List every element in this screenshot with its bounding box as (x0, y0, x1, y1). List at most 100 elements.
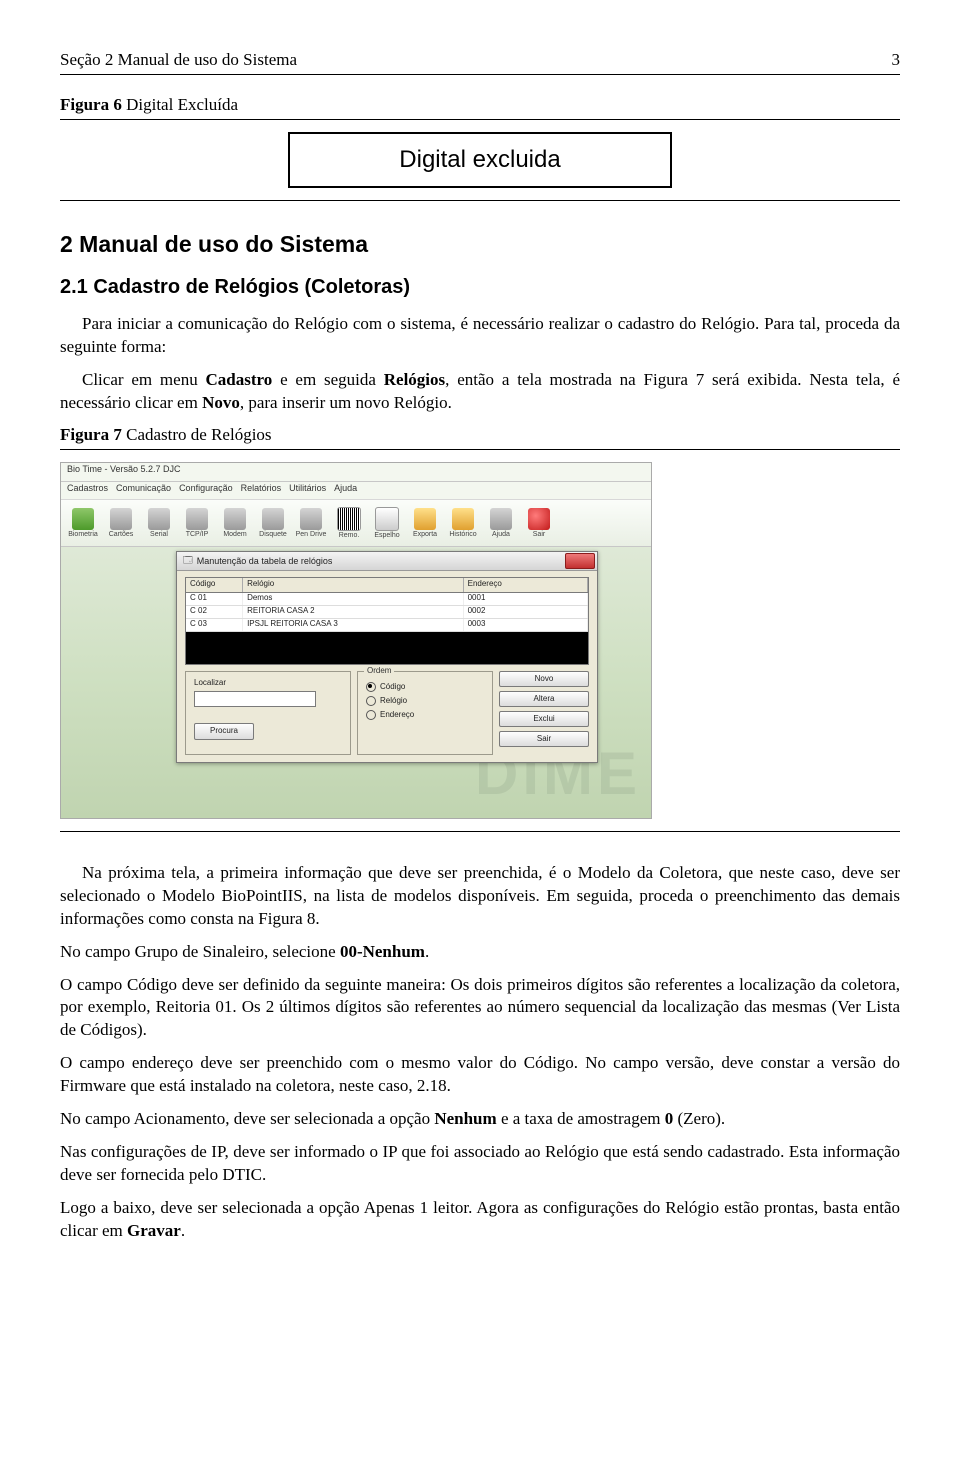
menu-configuracao[interactable]: Configuração (179, 483, 233, 498)
localizar-label: Localizar (194, 678, 226, 687)
tb-label: Ajuda (492, 531, 510, 538)
menu-ajuda[interactable]: Ajuda (334, 483, 357, 498)
tb-espelho[interactable]: Espelho (369, 507, 405, 539)
radio-label: Endereço (380, 710, 414, 719)
kw-nenhum: Nenhum (434, 1109, 496, 1128)
table-body: C 01 Demos 0001 C 02 REITORIA CASA 2 000… (186, 593, 588, 665)
ordem-group: Ordem Código Relógio Endereço (357, 671, 493, 755)
fingerprint-icon (72, 508, 94, 530)
tb-label: Exporta (413, 531, 437, 538)
dialog-lower: Localizar Procura Ordem Código Relógio E… (185, 671, 589, 755)
radio-label: Código (380, 682, 405, 691)
cell-end: 0002 (464, 606, 588, 618)
figure7-label: Figura 7 Cadastro de Relógios (60, 425, 900, 450)
menu-comunicacao[interactable]: Comunicação (116, 483, 171, 498)
kw-00-nenhum: 00-Nenhum (340, 942, 425, 961)
para-after-1: Na próxima tela, a primeira informação q… (60, 862, 900, 931)
radio-icon (366, 710, 376, 720)
t: . (425, 942, 429, 961)
tb-label: Biometria (68, 531, 98, 538)
cell-codigo: C 01 (186, 593, 243, 605)
tb-remo[interactable]: Remo. (331, 507, 367, 539)
ordem-legend: Ordem (364, 666, 394, 675)
tb-tcpip[interactable]: TCP/IP (179, 508, 215, 538)
th-relogio[interactable]: Relógio (243, 578, 464, 592)
kw-cadastro: Cadastro (206, 370, 273, 389)
table-row[interactable]: C 02 REITORIA CASA 2 0002 (186, 606, 588, 619)
app-titlebar: Bio Time - Versão 5.2.7 DJC (61, 463, 651, 482)
radio-icon (366, 696, 376, 706)
table-empty (186, 632, 588, 665)
tb-historico[interactable]: Histórico (445, 508, 481, 538)
exclui-button[interactable]: Exclui (499, 711, 589, 727)
tb-cartoes[interactable]: Cartões (103, 508, 139, 538)
cell-end: 0001 (464, 593, 588, 605)
mirror-icon (375, 507, 399, 531)
table-row[interactable]: C 03 IPSJL REITORIA CASA 3 0003 (186, 619, 588, 632)
tb-label: Histórico (449, 531, 476, 538)
localizar-group: Localizar Procura (185, 671, 351, 755)
action-buttons: Novo Altera Exclui Sair (499, 671, 589, 741)
tb-label: Cartões (109, 531, 134, 538)
relogios-table: Código Relógio Endereço C 01 Demos 0001 … (185, 577, 589, 665)
tb-label: Remo. (339, 532, 360, 539)
cell-relogio: IPSJL REITORIA CASA 3 (243, 619, 464, 631)
menu-utilitarios[interactable]: Utilitários (289, 483, 326, 498)
radio-relogio[interactable]: Relógio (366, 696, 486, 706)
altera-button[interactable]: Altera (499, 691, 589, 707)
kw-gravar: Gravar (127, 1221, 181, 1240)
t: Logo a baixo, deve ser selecionada a opç… (60, 1198, 900, 1240)
export-icon (414, 508, 436, 530)
tb-label: Modem (223, 531, 246, 538)
radio-codigo[interactable]: Código (366, 682, 486, 692)
cell-relogio: Demos (243, 593, 464, 605)
table-row[interactable]: C 01 Demos 0001 (186, 593, 588, 606)
novo-button[interactable]: Novo (499, 671, 589, 687)
para-after-5: No campo Acionamento, deve ser seleciona… (60, 1108, 900, 1131)
t: Clicar em menu (82, 370, 206, 389)
figure7-rule (60, 831, 900, 832)
digital-excluida-box: Digital excluida (288, 132, 672, 188)
menu-relatorios[interactable]: Relatórios (241, 483, 282, 498)
tb-modem[interactable]: Modem (217, 508, 253, 538)
card-icon (110, 508, 132, 530)
menu-cadastros[interactable]: Cadastros (67, 483, 108, 498)
exit-icon (528, 508, 550, 530)
tb-label: Disquete (259, 531, 287, 538)
para-after-4: O campo endereço deve ser preenchido com… (60, 1052, 900, 1098)
para-steps: Clicar em menu Cadastro e em seguida Rel… (60, 369, 900, 415)
serial-icon (148, 508, 170, 530)
para-after-3: O campo Código deve ser definido da segu… (60, 974, 900, 1043)
tb-pendrive[interactable]: Pen Drive (293, 508, 329, 538)
th-codigo[interactable]: Código (186, 578, 243, 592)
barcode-icon (337, 507, 361, 531)
figure6-caption: Digital Excluída (126, 95, 238, 114)
floppy-icon (262, 508, 284, 530)
help-icon (490, 508, 512, 530)
radio-icon (366, 682, 376, 692)
tb-label: TCP/IP (186, 531, 209, 538)
figure6-rule (60, 200, 900, 201)
sair-button[interactable]: Sair (499, 731, 589, 747)
tb-label: Serial (150, 531, 168, 538)
app-toolbar: Biometria Cartões Serial TCP/IP Modem Di… (61, 500, 651, 547)
localizar-input[interactable] (194, 691, 316, 707)
tb-serial[interactable]: Serial (141, 508, 177, 538)
th-endereco[interactable]: Endereço (464, 578, 588, 592)
tb-sair[interactable]: Sair (521, 508, 557, 538)
tb-biometria[interactable]: Biometria (65, 508, 101, 538)
dialog-close-button[interactable] (565, 553, 595, 569)
t: e em seguida (272, 370, 384, 389)
procura-button[interactable]: Procura (194, 723, 254, 740)
tb-ajuda[interactable]: Ajuda (483, 508, 519, 538)
tb-disquete[interactable]: Disquete (255, 508, 291, 538)
cell-codigo: C 02 (186, 606, 243, 618)
dialog-relogios: 🗔 Manutenção da tabela de relógios Códig… (176, 551, 598, 763)
tb-exporta[interactable]: Exporta (407, 508, 443, 538)
usb-icon (300, 508, 322, 530)
t: No campo Acionamento, deve ser seleciona… (60, 1109, 434, 1128)
radio-endereco[interactable]: Endereço (366, 710, 486, 720)
cell-codigo: C 03 (186, 619, 243, 631)
para-after-7: Logo a baixo, deve ser selecionada a opç… (60, 1197, 900, 1243)
tb-label: Espelho (374, 532, 399, 539)
